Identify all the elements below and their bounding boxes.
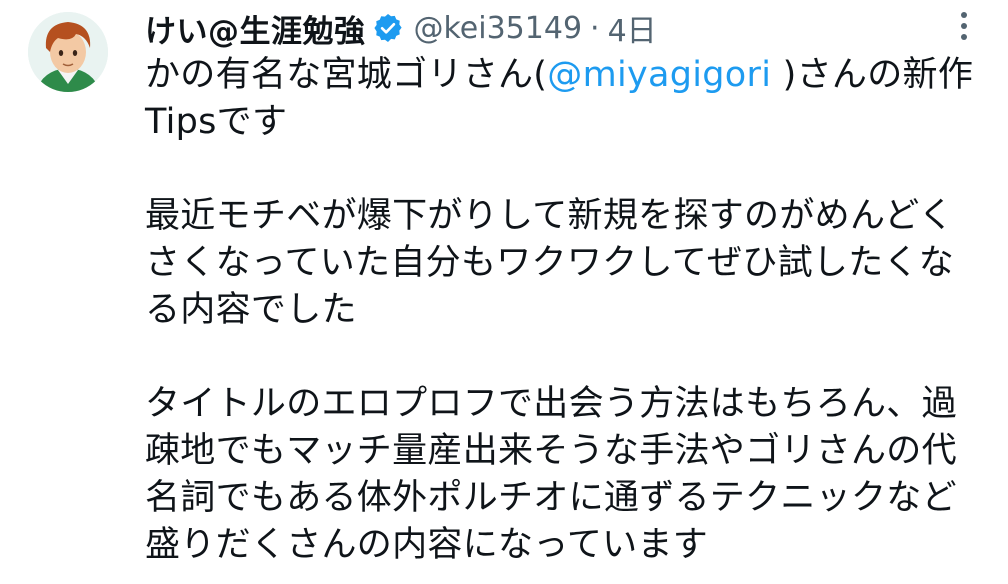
avatar[interactable] — [28, 12, 108, 92]
tweet-line: 盛りだくさんの内容になっています — [145, 525, 709, 565]
tweet-line: タイトルのエロプロフで出会う方法はもちろん、過 — [145, 384, 957, 424]
more-options-button[interactable] — [946, 8, 982, 48]
more-dots-icon — [960, 11, 968, 45]
tweet-line: かの有名な宮城ゴリさん(@miyagigori )さんの新作 — [145, 52, 985, 99]
tweet-line: 名詞でもある体外ポルチオに通ずるテクニックなど — [145, 478, 957, 518]
tweet-text: )さんの新作 — [771, 55, 974, 95]
tweet-body: かの有名な宮城ゴリさん(@miyagigori )さんの新作 Tipsです 最近… — [145, 52, 985, 569]
tweet-header: けい@生涯勉強 @kei35149 · 4日 — [145, 4, 657, 52]
tweet-text: かの有名な宮城ゴリさん( — [145, 55, 548, 95]
author-name[interactable]: けい@生涯勉強 — [145, 6, 366, 51]
timestamp[interactable]: 4日 — [608, 6, 657, 50]
tweet-line: 最近モチベが爆下がりして新規を探すのがめんどく — [145, 196, 954, 236]
tweet-line: さくなっていた自分もワクワクしてぜひ試したくな — [145, 243, 955, 283]
author-handle[interactable]: @kei35149 — [414, 11, 583, 46]
mention-link[interactable]: @miyagigori — [547, 55, 771, 95]
tweet-line: Tipsです — [145, 102, 288, 142]
avatar-illustration — [28, 12, 108, 92]
verified-badge-icon — [372, 12, 404, 44]
tweet-line: 疎地でもマッチ量産出来そうな手法やゴリさんの代 — [145, 431, 957, 471]
separator-dot: · — [590, 10, 600, 46]
tweet-line: る内容でした — [145, 290, 357, 330]
